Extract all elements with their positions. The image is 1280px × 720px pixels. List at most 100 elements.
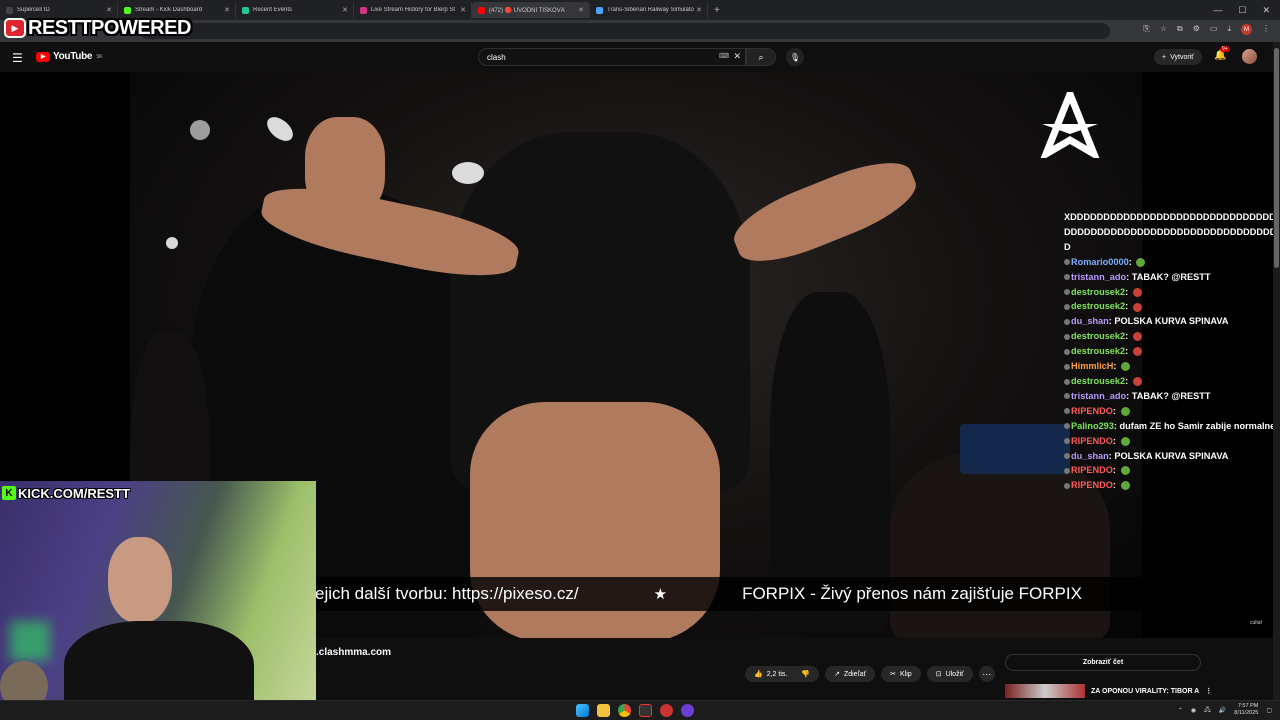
chat-separator: : <box>1125 301 1131 312</box>
chat-username[interactable]: HimmlicH <box>1071 361 1113 371</box>
close-window-icon[interactable]: ✕ <box>1262 5 1270 16</box>
chrome-icon[interactable] <box>618 704 631 717</box>
chat-username[interactable]: destrousek2 <box>1071 376 1125 386</box>
suggested-menu-icon[interactable]: ⋮ <box>1205 687 1212 695</box>
browser-tab[interactable]: Trans-Siberian Railway Simulato ✕ <box>590 2 708 18</box>
user-badge-icon <box>1064 423 1070 430</box>
minimize-icon[interactable]: — <box>1213 5 1222 15</box>
chat-username[interactable]: RIPENDO <box>1071 480 1113 490</box>
browser-tab[interactable]: Live Stream History for Blerp St ✕ <box>354 2 472 18</box>
obs-icon[interactable] <box>681 704 694 717</box>
stage-light <box>262 112 298 146</box>
description-url[interactable]: .clashmma.com <box>316 647 391 658</box>
chat-username[interactable]: Romario0000 <box>1071 257 1129 267</box>
menu-dots-icon[interactable]: ⋮ <box>1262 24 1270 35</box>
chat-message: Romario0000: <box>1064 255 1278 270</box>
chat-username[interactable]: tristann_ado <box>1071 272 1126 282</box>
more-actions-button[interactable]: ⋯ <box>978 666 995 682</box>
chat-message: tristann_ado: TABAK? @RESTT <box>1064 270 1278 285</box>
tray-app-icon[interactable]: ◉ <box>1191 707 1196 714</box>
save-button[interactable]: ⊡ Uložiť <box>926 666 973 682</box>
download-icon[interactable]: ⤓ <box>1227 24 1231 35</box>
chat-message: RIPENDO: <box>1064 404 1278 419</box>
suggested-title: ZA OPONOU VIRALITY: TIBOR A <box>1091 687 1200 695</box>
user-badge-icon <box>1064 289 1070 296</box>
new-tab-button[interactable]: + <box>714 5 720 16</box>
tab-close-icon[interactable]: ✕ <box>460 6 466 14</box>
system-tray: ⌃ ◉ 🖧 🔊 7:57 PM 8/11/2025 ▢ <box>1178 703 1272 717</box>
more-dots-icon: ⋯ <box>982 668 992 679</box>
maximize-icon[interactable]: ☐ <box>1238 5 1246 16</box>
bookmark-star-icon[interactable]: ☆ <box>1160 24 1167 35</box>
chat-username[interactable]: RIPENDO <box>1071 465 1113 475</box>
tab-close-icon[interactable]: ✕ <box>696 6 702 14</box>
chat-separator: : <box>1112 480 1119 491</box>
chat-username[interactable]: destrousek2 <box>1071 331 1125 341</box>
chat-username[interactable]: destrousek2 <box>1071 346 1125 356</box>
keyboard-icon[interactable]: ⌨ <box>719 52 729 60</box>
chat-username[interactable]: RIPENDO <box>1071 406 1113 416</box>
chat-overlay: XDDDDDDDDDDDDDDDDDDDDDDDDDDDDDDDDDDDDDDD… <box>1064 210 1278 493</box>
angry-emote-icon <box>1132 332 1142 342</box>
stage-light <box>190 120 210 140</box>
chat-message: destrousek2: <box>1064 299 1278 314</box>
youtube-logo[interactable]: ▶ YouTube SK <box>36 51 103 62</box>
sidepanel-icon[interactable]: ▭ <box>1210 24 1218 35</box>
clock[interactable]: 7:57 PM 8/11/2025 <box>1234 703 1258 717</box>
browser-tab[interactable]: Recent Events ✕ <box>236 2 354 18</box>
create-button[interactable]: + Vytvoriť <box>1154 49 1202 65</box>
app-icon[interactable] <box>660 704 673 717</box>
windows-start-icon[interactable] <box>576 704 589 717</box>
tab-favicon-icon <box>596 6 603 14</box>
dislike-icon[interactable]: 👎 <box>801 670 810 678</box>
clip-button[interactable]: ✂ Klip <box>881 666 921 682</box>
file-explorer-icon[interactable] <box>597 704 610 717</box>
chat-username[interactable]: tristann_ado <box>1071 391 1126 401</box>
network-icon[interactable]: 🖧 <box>1204 705 1211 715</box>
hamburger-menu-icon[interactable]: ☰ <box>12 51 23 65</box>
restt-play-icon: ▶ <box>4 18 26 38</box>
extension-icon[interactable]: ⧉ <box>1177 24 1183 35</box>
notification-count: 9+ <box>1220 46 1230 52</box>
tray-chevron-icon[interactable]: ⌃ <box>1178 707 1183 714</box>
search-input[interactable]: clash ⌨ ✕ <box>478 48 746 66</box>
chat-username[interactable]: du_shan <box>1071 316 1109 326</box>
url-field[interactable]: lheWe0s <box>140 23 1110 39</box>
clear-search-icon[interactable]: ✕ <box>733 51 741 62</box>
suggested-video[interactable]: ZA OPONOU VIRALITY: TIBOR A ⋮ <box>1005 684 1212 698</box>
chat-username[interactable]: RIPENDO <box>1071 436 1113 446</box>
puzzle-icon[interactable]: ⚙ <box>1193 24 1200 35</box>
chat-message: destrousek2: <box>1064 374 1278 389</box>
pepe-emote-icon <box>1120 481 1130 491</box>
chat-username[interactable]: du_shan <box>1071 451 1109 461</box>
bookmark-icon: ⊡ <box>935 671 942 678</box>
suggested-thumbnail <box>1005 684 1085 698</box>
chat-message: RIPENDO: <box>1064 434 1278 449</box>
search-button[interactable]: ⌕ <box>746 48 776 66</box>
share-button[interactable]: ↗ Zdieľať <box>825 666 876 682</box>
like-button[interactable]: 👍 2,2 tis. 👎 <box>745 666 820 682</box>
voice-search-button[interactable]: 🎙 <box>786 48 804 66</box>
scrollbar-thumb[interactable] <box>1274 48 1279 268</box>
browser-tab[interactable]: (472) 🔴 ÚVODNÍ TISKOVÁ ✕ <box>472 2 590 18</box>
tab-close-icon[interactable]: ✕ <box>106 6 112 14</box>
share-label: Zdieľať <box>843 670 867 678</box>
chat-text: TABAK? @RESTT <box>1131 390 1211 401</box>
tab-close-icon[interactable]: ✕ <box>224 6 230 14</box>
chat-separator: : <box>1125 331 1131 342</box>
profile-avatar[interactable]: M <box>1241 24 1252 35</box>
chat-username[interactable]: Palino293 <box>1071 421 1114 431</box>
tab-close-icon[interactable]: ✕ <box>342 6 348 14</box>
user-avatar[interactable] <box>1242 49 1257 64</box>
volume-icon[interactable]: 🔊 <box>1219 707 1226 714</box>
show-chat-button[interactable]: Zobraziť čet <box>1005 654 1201 671</box>
chat-text: POLSKA KURVA SPINAVA <box>1114 450 1229 461</box>
chat-username[interactable]: destrousek2 <box>1071 287 1125 297</box>
chat-username[interactable]: destrousek2 <box>1071 301 1125 311</box>
terminal-icon[interactable] <box>639 704 652 717</box>
install-icon[interactable]: ⎘ <box>1143 24 1149 35</box>
notification-center-icon[interactable]: ▢ <box>1266 707 1272 714</box>
tab-close-icon[interactable]: ✕ <box>578 6 584 14</box>
region-code: SK <box>96 53 103 60</box>
notifications-button[interactable]: 🔔 9+ <box>1214 46 1230 61</box>
